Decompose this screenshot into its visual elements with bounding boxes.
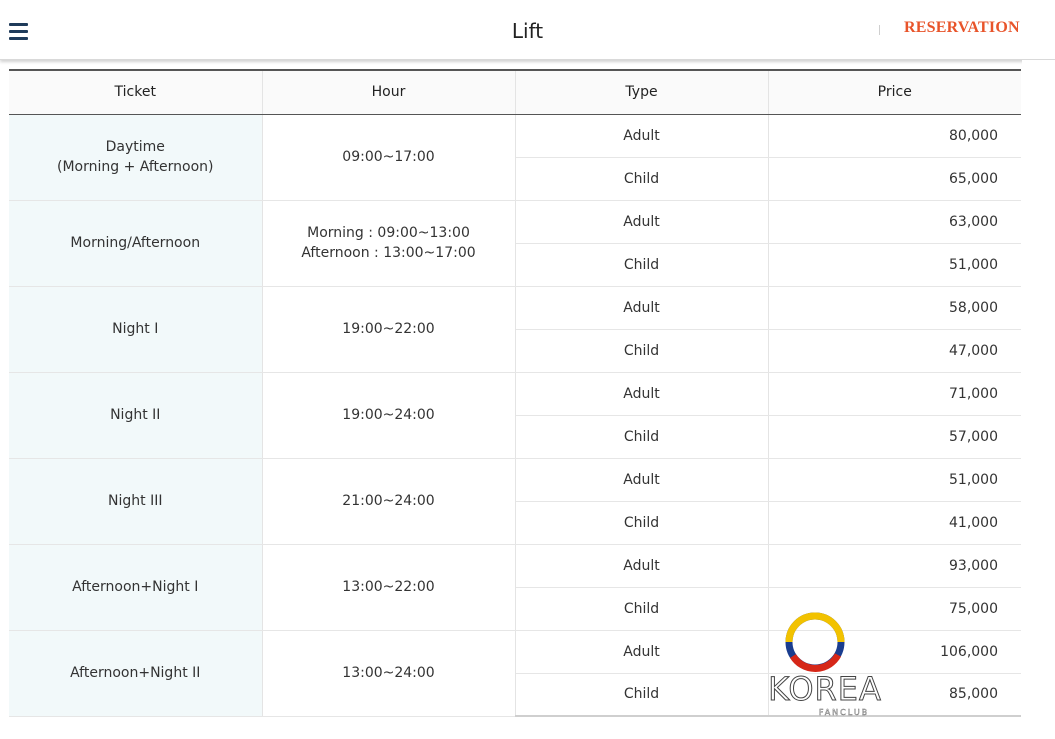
price-adult: 51,000 bbox=[768, 458, 1021, 502]
hour-range: 09:00~17:00 bbox=[342, 149, 435, 165]
price-adult: 58,000 bbox=[768, 286, 1021, 330]
price-adult: 63,000 bbox=[768, 200, 1021, 244]
hour-range: 13:00~22:00 bbox=[342, 579, 435, 595]
table-row: Night III 21:00~24:00 Adult 51,000 bbox=[9, 458, 1021, 545]
column-header-price: Price bbox=[768, 69, 1021, 115]
table-row: Morning/Afternoon Morning : 09:00~13:00 … bbox=[9, 200, 1021, 287]
hour-range: 13:00~24:00 bbox=[342, 665, 435, 681]
ticket-name: Night III bbox=[108, 493, 163, 509]
type-adult: Adult bbox=[515, 372, 769, 416]
price-child: 85,000 bbox=[768, 673, 1021, 717]
type-adult: Adult bbox=[515, 544, 769, 588]
price-adult: 93,000 bbox=[768, 544, 1021, 588]
type-adult: Adult bbox=[515, 286, 769, 330]
hour-cell: Morning : 09:00~13:00 Afternoon : 13:00~… bbox=[262, 200, 516, 287]
type-adult: Adult bbox=[515, 458, 769, 502]
price-child: 41,000 bbox=[768, 501, 1021, 545]
table-row: Daytime (Morning + Afternoon) 09:00~17:0… bbox=[9, 114, 1021, 201]
price-adult: 80,000 bbox=[768, 114, 1021, 158]
ticket-name: Afternoon+Night I bbox=[72, 579, 199, 595]
type-child: Child bbox=[515, 157, 769, 201]
type-child: Child bbox=[515, 329, 769, 373]
ticket-cell: Night III bbox=[9, 458, 263, 545]
ticket-cell: Morning/Afternoon bbox=[9, 200, 263, 287]
price-child: 47,000 bbox=[768, 329, 1021, 373]
type-adult: Adult bbox=[515, 630, 769, 674]
hour-cell: 13:00~22:00 bbox=[262, 544, 516, 631]
price-child: 51,000 bbox=[768, 243, 1021, 287]
type-child: Child bbox=[515, 673, 769, 717]
type-adult: Adult bbox=[515, 114, 769, 158]
ticket-name: Daytime bbox=[105, 139, 165, 155]
ticket-cell: Night I bbox=[9, 286, 263, 373]
top-header: Lift RESERVATION bbox=[0, 0, 1055, 60]
price-child: 57,000 bbox=[768, 415, 1021, 459]
type-child: Child bbox=[515, 501, 769, 545]
price-adult: 71,000 bbox=[768, 372, 1021, 416]
table-row: Afternoon+Night II 13:00~24:00 Adult 106… bbox=[9, 630, 1021, 717]
reservation-link[interactable]: RESERVATION bbox=[904, 19, 1020, 37]
ticket-name-detail: (Morning + Afternoon) bbox=[57, 159, 214, 175]
column-header-ticket: Ticket bbox=[9, 69, 263, 115]
table-row: Night I 19:00~22:00 Adult 58,000 bbox=[9, 286, 1021, 373]
page-title: Lift bbox=[511, 19, 544, 43]
lift-price-table: Ticket Hour Type Price Daytime (Morning … bbox=[9, 69, 1021, 717]
table-header-row: Ticket Hour Type Price bbox=[9, 69, 1021, 115]
type-child: Child bbox=[515, 587, 769, 631]
ticket-cell: Afternoon+Night II bbox=[9, 630, 263, 717]
type-child: Child bbox=[515, 243, 769, 287]
ticket-cell: Night II bbox=[9, 372, 263, 459]
type-child: Child bbox=[515, 415, 769, 459]
ticket-cell: Afternoon+Night I bbox=[9, 544, 263, 631]
hour-cell: 19:00~22:00 bbox=[262, 286, 516, 373]
ticket-name: Afternoon+Night II bbox=[70, 665, 201, 681]
hour-range: Afternoon : 13:00~17:00 bbox=[301, 245, 476, 261]
type-adult: Adult bbox=[515, 200, 769, 244]
price-child: 75,000 bbox=[768, 587, 1021, 631]
table-row: Afternoon+Night I 13:00~22:00 Adult 93,0… bbox=[9, 544, 1021, 631]
price-adult: 106,000 bbox=[768, 630, 1021, 674]
hour-range: Morning : 09:00~13:00 bbox=[307, 225, 470, 241]
hour-range: 19:00~24:00 bbox=[342, 407, 435, 423]
right-gutter bbox=[1022, 60, 1055, 739]
table-row: Night II 19:00~24:00 Adult 71,000 bbox=[9, 372, 1021, 459]
column-header-type: Type bbox=[515, 69, 769, 115]
hour-range: 19:00~22:00 bbox=[342, 321, 435, 337]
hour-cell: 19:00~24:00 bbox=[262, 372, 516, 459]
ticket-name: Morning/Afternoon bbox=[70, 235, 201, 251]
ticket-name: Night II bbox=[110, 407, 161, 423]
header-divider bbox=[879, 25, 880, 35]
price-child: 65,000 bbox=[768, 157, 1021, 201]
hour-cell: 13:00~24:00 bbox=[262, 630, 516, 717]
ticket-name: Night I bbox=[112, 321, 159, 337]
column-header-hour: Hour bbox=[262, 69, 516, 115]
hour-cell: 09:00~17:00 bbox=[262, 114, 516, 201]
hour-cell: 21:00~24:00 bbox=[262, 458, 516, 545]
ticket-cell: Daytime (Morning + Afternoon) bbox=[9, 114, 263, 201]
hour-range: 21:00~24:00 bbox=[342, 493, 435, 509]
